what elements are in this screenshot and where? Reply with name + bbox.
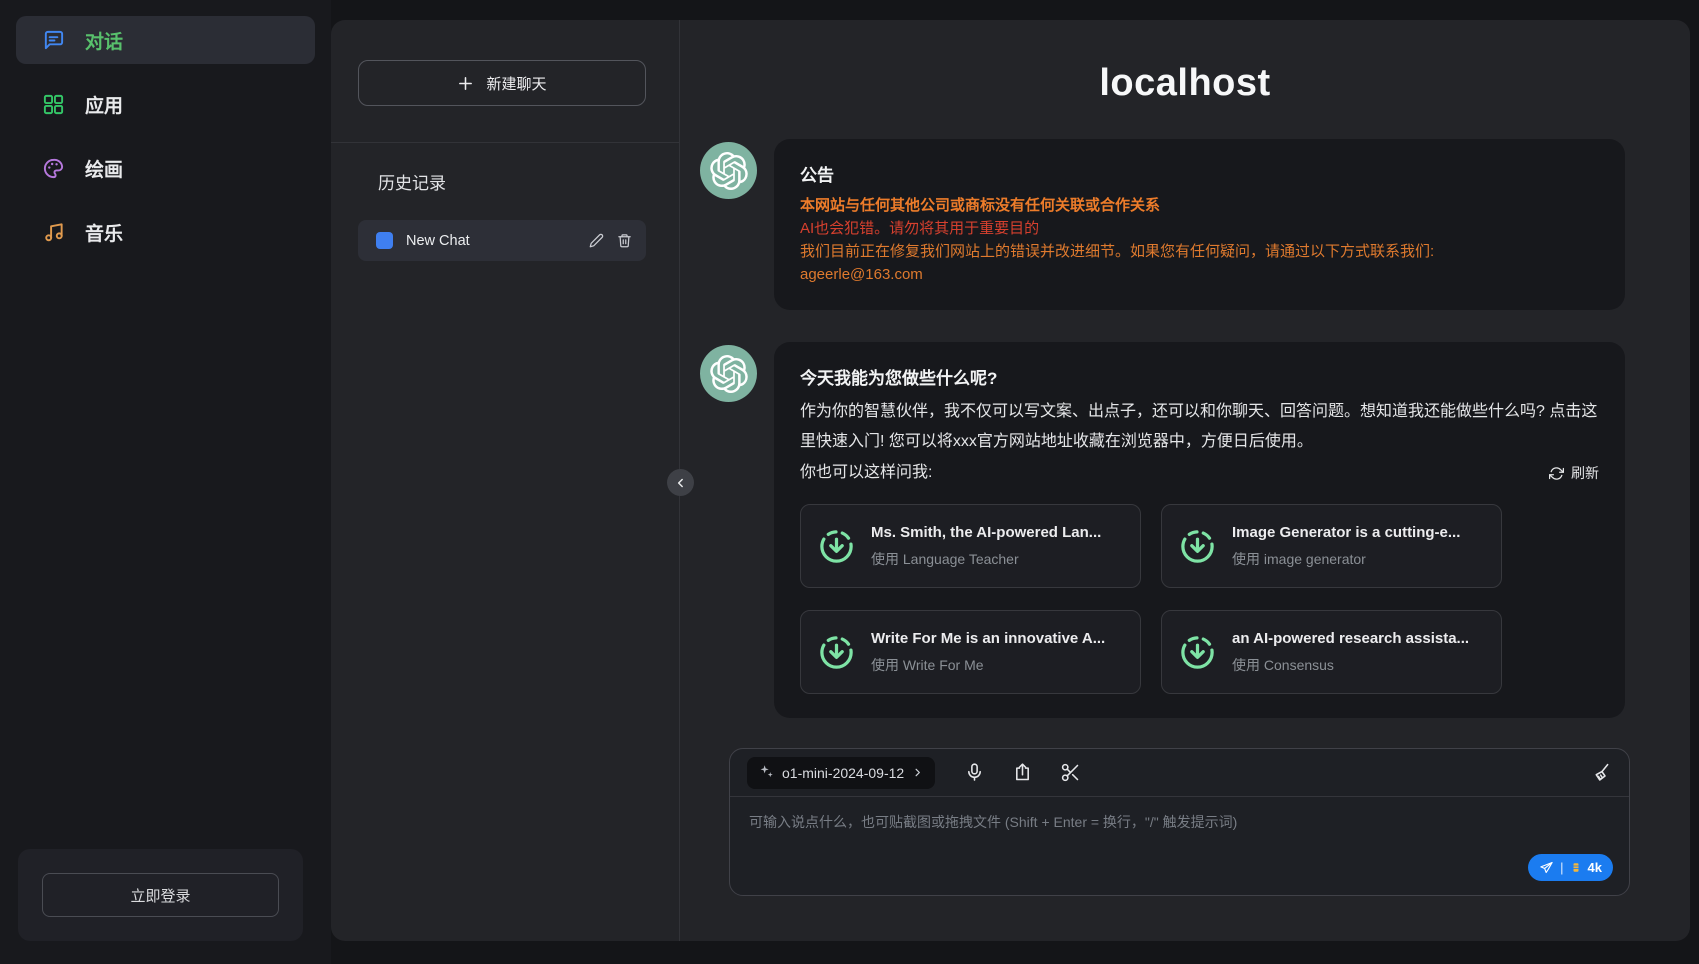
openai-logo-avatar [700, 345, 757, 402]
download-circle-icon [1178, 633, 1217, 672]
collapse-sidebar-button[interactable] [667, 469, 694, 496]
model-label: o1-mini-2024-09-12 [782, 765, 904, 781]
assistant-message-announcement: 公告 本网站与任何其他公司或商标没有任何关联或合作关系 AI也会犯错。请勿将其用… [680, 139, 1690, 310]
hint-row: 你也可以这样问我: 刷新 [800, 458, 1599, 488]
announcement-line: 我们目前正在修复我们网站上的错误并改进细节。如果您有任何疑问，请通过以下方式联系… [800, 240, 1599, 263]
announcement-bubble: 公告 本网站与任何其他公司或商标没有任何关联或合作关系 AI也会犯错。请勿将其用… [774, 139, 1625, 310]
suggestion-title: an AI-powered research assista... [1232, 630, 1469, 647]
plus-icon [457, 75, 474, 92]
divider [331, 142, 679, 143]
music-note-icon [42, 221, 65, 244]
sidebar-item-label: 应用 [85, 91, 123, 118]
announcement-line: AI也会犯错。请勿将其用于重要目的 [800, 217, 1599, 240]
sidebar-item-label: 对话 [85, 27, 123, 54]
message-input[interactable] [730, 797, 1629, 859]
greeting-body: 作为你的智慧伙伴，我不仅可以写文案、出点子，还可以和你聊天、回答问题。想知道我还… [800, 397, 1599, 457]
nav-sidebar: 对话 应用 绘画 音乐 立即登录 [0, 0, 331, 964]
trash-icon[interactable] [617, 233, 632, 248]
page-title: localhost [680, 62, 1690, 105]
openai-logo-icon [710, 152, 748, 190]
suggestion-subtitle: 使用 image generator [1232, 549, 1460, 569]
suggestion-card[interactable]: Image Generator is a cutting-e... 使用 ima… [1161, 504, 1502, 588]
sidebar-item-music[interactable]: 音乐 [16, 208, 315, 256]
suggestion-texts: an AI-powered research assista... 使用 Con… [1232, 630, 1469, 675]
login-card: 立即登录 [18, 849, 303, 941]
suggestion-subtitle: 使用 Write For Me [871, 655, 1105, 675]
suggestion-card[interactable]: Ms. Smith, the AI-powered Lan... 使用 Lang… [800, 504, 1141, 588]
model-selector[interactable]: o1-mini-2024-09-12 [747, 757, 935, 789]
announcement-line: 本网站与任何其他公司或商标没有任何关联或合作关系 [800, 194, 1599, 217]
upload-icon[interactable] [1012, 762, 1033, 783]
announcement-contact-email[interactable]: ageerle@163.com [800, 263, 1599, 286]
sidebar-item-apps[interactable]: 应用 [16, 80, 315, 128]
apps-grid-icon [42, 93, 65, 116]
clear-broom-icon[interactable] [1591, 762, 1612, 783]
suggestion-card[interactable]: an AI-powered research assista... 使用 Con… [1161, 610, 1502, 694]
sidebar-item-chat[interactable]: 对话 [16, 16, 315, 64]
app-window: 对话 应用 绘画 音乐 立即登录 [0, 0, 1699, 964]
conversation-title: New Chat [406, 233, 576, 249]
suggestion-texts: Write For Me is an innovative A... 使用 Wr… [871, 630, 1105, 675]
openai-logo-icon [710, 355, 748, 393]
refresh-suggestions-button[interactable]: 刷新 [1549, 463, 1599, 483]
download-circle-icon [1178, 527, 1217, 566]
suggestion-card[interactable]: Write For Me is an innovative A... 使用 Wr… [800, 610, 1141, 694]
suggestion-title: Image Generator is a cutting-e... [1232, 524, 1460, 541]
sidebar-item-label: 音乐 [85, 219, 123, 246]
suggestion-title: Write For Me is an innovative A... [871, 630, 1105, 647]
login-button[interactable]: 立即登录 [42, 873, 279, 917]
suggestion-texts: Image Generator is a cutting-e... 使用 ima… [1232, 524, 1460, 569]
openai-logo-avatar [700, 142, 757, 199]
refresh-icon [1549, 466, 1564, 481]
suggestion-grid: Ms. Smith, the AI-powered Lan... 使用 Lang… [800, 504, 1599, 694]
suggestion-title: Ms. Smith, the AI-powered Lan... [871, 524, 1101, 541]
microphone-icon[interactable] [964, 762, 985, 783]
download-circle-icon [817, 633, 856, 672]
coin-icon [1570, 861, 1582, 874]
history-title: 历史记录 [378, 169, 646, 194]
history-item-new-chat[interactable]: New Chat [358, 220, 646, 261]
suggestion-texts: Ms. Smith, the AI-powered Lan... 使用 Lang… [871, 524, 1101, 569]
chevron-right-icon [912, 765, 923, 781]
greeting-bubble: 今天我能为您做些什么呢? 作为你的智慧伙伴，我不仅可以写文案、出点子，还可以和你… [774, 342, 1625, 718]
suggestion-subtitle: 使用 Language Teacher [871, 549, 1101, 569]
download-circle-icon [817, 527, 856, 566]
sidebar-item-drawing[interactable]: 绘画 [16, 144, 315, 192]
palette-icon [42, 157, 65, 180]
assistant-message-greeting: 今天我能为您做些什么呢? 作为你的智慧伙伴，我不仅可以写文案、出点子，还可以和你… [680, 342, 1690, 718]
send-separator: | [1560, 860, 1563, 875]
suggestion-subtitle: 使用 Consensus [1232, 655, 1469, 675]
composer: o1-mini-2024-09-12 [729, 748, 1630, 896]
announcement-title: 公告 [800, 161, 1599, 186]
send-button[interactable]: | 4k [1528, 854, 1613, 881]
chat-bubble-icon [42, 29, 65, 52]
conversation-list: 新建聊天 历史记录 New Chat [331, 20, 680, 941]
new-chat-label: 新建聊天 [486, 73, 546, 94]
sparkle-icon [759, 764, 774, 782]
chat-main: localhost 公告 本网站与任何其他公司或商标没有任何关联或合作关系 AI… [680, 20, 1690, 941]
paper-plane-icon [1539, 860, 1554, 875]
composer-toolbar: o1-mini-2024-09-12 [730, 749, 1629, 797]
new-chat-button[interactable]: 新建聊天 [358, 60, 646, 106]
chevron-left-icon [674, 476, 688, 490]
token-badge: 4k [1588, 860, 1602, 875]
greeting-title: 今天我能为您做些什么呢? [800, 364, 1599, 389]
scissors-icon[interactable] [1060, 762, 1081, 783]
main-panel: 新建聊天 历史记录 New Chat localhost [331, 20, 1690, 941]
edit-icon[interactable] [589, 233, 604, 248]
refresh-label: 刷新 [1571, 463, 1599, 483]
conversation-avatar [376, 232, 393, 249]
sidebar-item-label: 绘画 [85, 155, 123, 182]
greeting-hint: 你也可以这样问我: [800, 458, 932, 488]
